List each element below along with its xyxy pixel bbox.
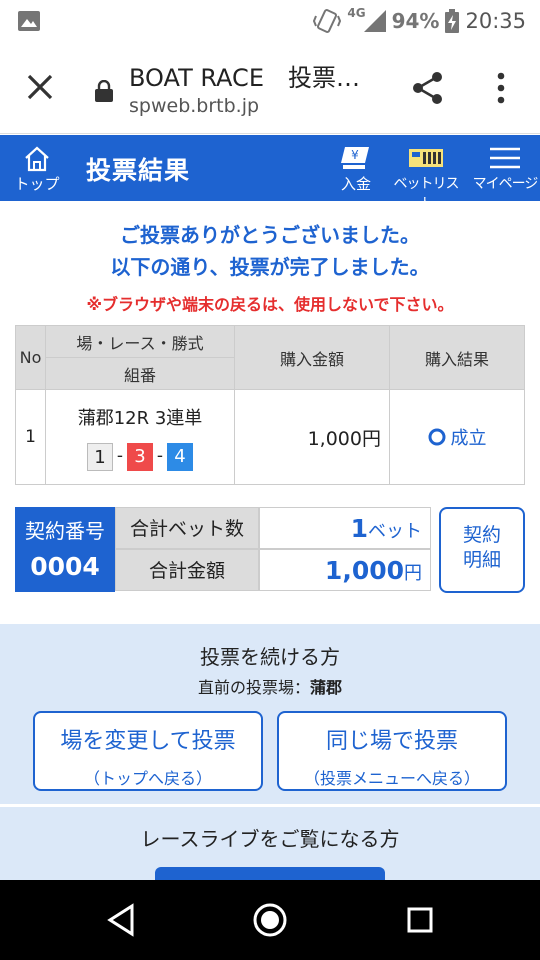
bet-count: 1: [350, 514, 368, 543]
betlist-nav-button[interactable]: ベットリスト: [388, 143, 464, 213]
continue-title: 投票を続ける方: [200, 645, 340, 669]
change-venue-sub: （トップへ戻る）: [83, 769, 212, 788]
detail-label-1: 契約: [462, 524, 501, 546]
close-icon[interactable]: [22, 69, 58, 105]
contract-detail-button[interactable]: 契約 明細: [439, 507, 525, 593]
total-amount-value: 1,000円: [259, 549, 431, 591]
same-venue-label: 同じ場で投票: [325, 729, 458, 754]
race-live-title: レースライブをご覧になる方: [140, 827, 400, 851]
change-venue-button[interactable]: 場を変更して投票 （トップへ戻る）: [33, 711, 263, 791]
table-row: 1 蒲郡12R 3連単 1-3-4 1,000円 成立: [15, 389, 525, 485]
contract-number: 0004: [30, 552, 100, 581]
contract-label: 契約番号: [25, 519, 105, 543]
svg-text:¥: ¥: [351, 148, 359, 162]
menu-icon: [490, 147, 520, 169]
row-amount: 1,000円: [234, 389, 390, 485]
row-result-cell: 成立: [389, 389, 525, 485]
contract-number-box: 契約番号 0004: [15, 507, 115, 592]
race-live-button[interactable]: [155, 867, 385, 881]
app-header: トップ 投票結果 ¥ 入金 ベットリスト マイページ: [0, 135, 540, 212]
col-header-result: 購入結果: [389, 325, 525, 390]
total-amount-label: 合計金額: [115, 549, 259, 591]
home-nav-button[interactable]: トップ: [14, 145, 60, 194]
recent-apps-icon[interactable]: [406, 906, 434, 934]
combo-balls: 1-3-4: [46, 442, 234, 471]
clock: 20:35: [465, 9, 526, 33]
last-venue-label: 直前の投票場：: [197, 678, 310, 697]
share-icon[interactable]: [410, 70, 446, 106]
last-venue-value: 蒲郡: [310, 678, 343, 697]
col-header-combo: 組番: [45, 357, 235, 390]
row-race: 蒲郡12R 3連単: [77, 407, 203, 429]
col-header-no: No: [15, 325, 46, 390]
browser-toolbar: BOAT RACE 投票… spweb.brtb.jp: [0, 42, 540, 134]
home-nav-label: トップ: [14, 175, 60, 193]
vote-result-table: No 場・レース・勝式 購入金額 購入結果 組番 1 蒲郡12R 3連単 1-3…: [15, 325, 525, 485]
row-result: 成立: [450, 428, 487, 449]
row-no: 1: [15, 389, 46, 485]
col-header-amount: 購入金額: [234, 325, 390, 390]
header-title: 投票結果: [86, 156, 191, 185]
status-icons: 4G 94% 20:35: [313, 6, 526, 36]
battery-charging-icon: [445, 9, 460, 33]
mypage-nav-button[interactable]: マイページ: [470, 143, 540, 193]
deposit-icon: ¥: [341, 147, 369, 169]
row-race-cell: 蒲郡12R 3連単 1-3-4: [45, 389, 235, 485]
deposit-nav-label: 入金: [340, 175, 371, 193]
lock-icon: [95, 80, 113, 102]
back-warning: ※ブラウザや端末の戻るは、使用しないで下さい。: [86, 295, 454, 314]
bet-count-label: 合計ベット数: [115, 507, 259, 549]
continue-voting-section: 投票を続ける方 直前の投票場：蒲郡 場を変更して投票 （トップへ戻る） 同じ場で…: [0, 624, 540, 804]
more-options-icon[interactable]: [492, 70, 510, 106]
bet-count-unit: ベット: [368, 521, 422, 542]
last-venue: 直前の投票場：蒲郡: [0, 674, 540, 698]
home-icon: [25, 146, 49, 172]
success-circle-icon: [428, 428, 445, 446]
detail-label-2: 明細: [462, 549, 501, 571]
back-icon[interactable]: [106, 902, 136, 938]
home-circle-icon[interactable]: [252, 902, 288, 938]
battery-percent: 94%: [391, 9, 440, 33]
vibrate-icon: [313, 9, 342, 33]
signal-icon: [363, 10, 386, 32]
completed-message: 以下の通り、投票が完了しました。: [110, 255, 430, 279]
page-url: spweb.brtb.jp: [129, 95, 260, 117]
page-title-text: BOAT RACE 投票…: [129, 64, 360, 92]
thanks-message: ご投票ありがとうございました。: [120, 223, 420, 247]
betlist-nav-label: ベットリスト: [393, 176, 460, 212]
betlist-icon: [409, 149, 443, 167]
combo-second: 3: [127, 442, 153, 471]
same-venue-button[interactable]: 同じ場で投票 （投票メニューへ戻る）: [277, 711, 507, 791]
deposit-nav-button[interactable]: ¥ 入金: [334, 143, 378, 194]
race-live-section: レースライブをご覧になる方: [0, 807, 540, 881]
mypage-nav-label: マイページ: [472, 176, 539, 192]
total-amount: 1,000: [324, 556, 404, 585]
combo-first: 1: [87, 442, 113, 471]
gallery-notification-icon: [18, 11, 40, 31]
system-nav-bar: [0, 880, 540, 960]
total-amount-unit: 円: [404, 563, 422, 584]
status-bar: 4G 94% 20:35: [0, 0, 540, 42]
combo-dash: -: [156, 446, 164, 466]
change-venue-label: 場を変更して投票: [60, 729, 236, 754]
combo-dash: -: [116, 446, 124, 466]
network-type: 4G: [347, 6, 366, 20]
bet-count-value: 1ベット: [259, 507, 431, 549]
col-header-race: 場・レース・勝式: [45, 325, 235, 358]
combo-third: 4: [167, 442, 193, 471]
same-venue-sub: （投票メニューへ戻る）: [303, 769, 480, 788]
